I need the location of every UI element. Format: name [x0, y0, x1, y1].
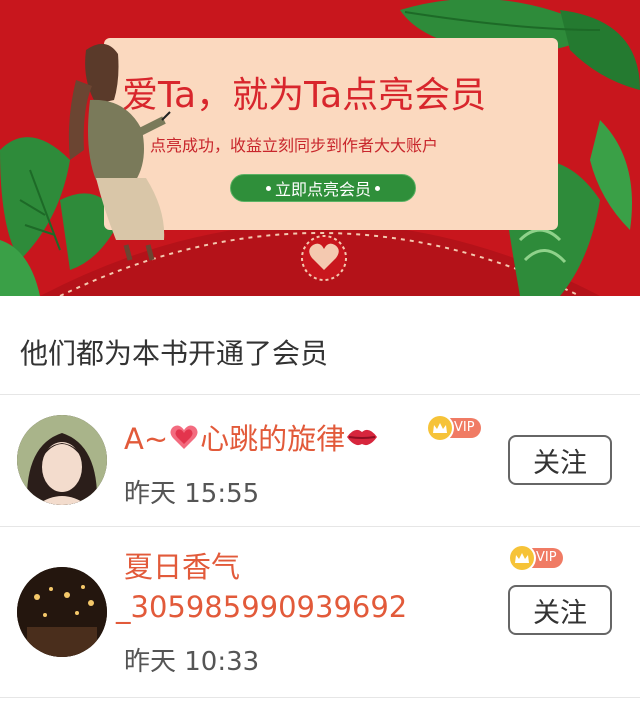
dot-icon [375, 185, 380, 191]
divider [0, 697, 640, 698]
activate-membership-button[interactable]: 立即点亮会员 [230, 174, 416, 202]
follow-button[interactable]: 关注 [508, 585, 612, 635]
avatar[interactable] [17, 415, 107, 505]
avatar-photo-icon [17, 567, 107, 657]
sparkling-heart-icon [168, 421, 200, 461]
crown-icon [428, 416, 452, 440]
dot-icon [265, 185, 271, 191]
vip-badge: VIP [510, 546, 563, 570]
join-time: 昨天 15:55 [124, 479, 260, 509]
vip-badge: VIP [428, 416, 481, 440]
section-title: 他们都为本书开通了会员 [20, 337, 329, 370]
member-name[interactable]: A~ 心跳的旋律 [124, 421, 379, 461]
banner-subtitle: 点亮成功，收益立刻同步到作者大大账户 [150, 136, 439, 155]
member-name-prefix: A~ [124, 422, 169, 456]
member-promo-banner[interactable]: 爱Ta，就为Ta点亮会员 点亮成功，收益立刻同步到作者大大账户 立即点亮会员 [0, 0, 640, 296]
member-name-line2[interactable]: _305985990939692 [116, 589, 407, 625]
crown-icon [510, 546, 534, 570]
list-item[interactable]: 夏日香气 _305985990939692 VIP 昨天 10:33 关注 [0, 527, 640, 697]
avatar[interactable] [17, 567, 107, 657]
join-time: 昨天 10:33 [124, 647, 260, 677]
member-name-line1[interactable]: 夏日香气 [124, 549, 240, 585]
kiss-mark-icon [345, 422, 379, 460]
follow-button[interactable]: 关注 [508, 435, 612, 485]
banner-title: 爱Ta，就为Ta点亮会员 [122, 75, 487, 116]
list-item[interactable]: A~ 心跳的旋律 VIP 昨天 15:55 关注 [0, 395, 640, 525]
activate-membership-label: 立即点亮会员 [274, 180, 371, 199]
member-name-main: 心跳的旋律 [200, 422, 346, 456]
avatar-photo-icon [17, 415, 107, 505]
